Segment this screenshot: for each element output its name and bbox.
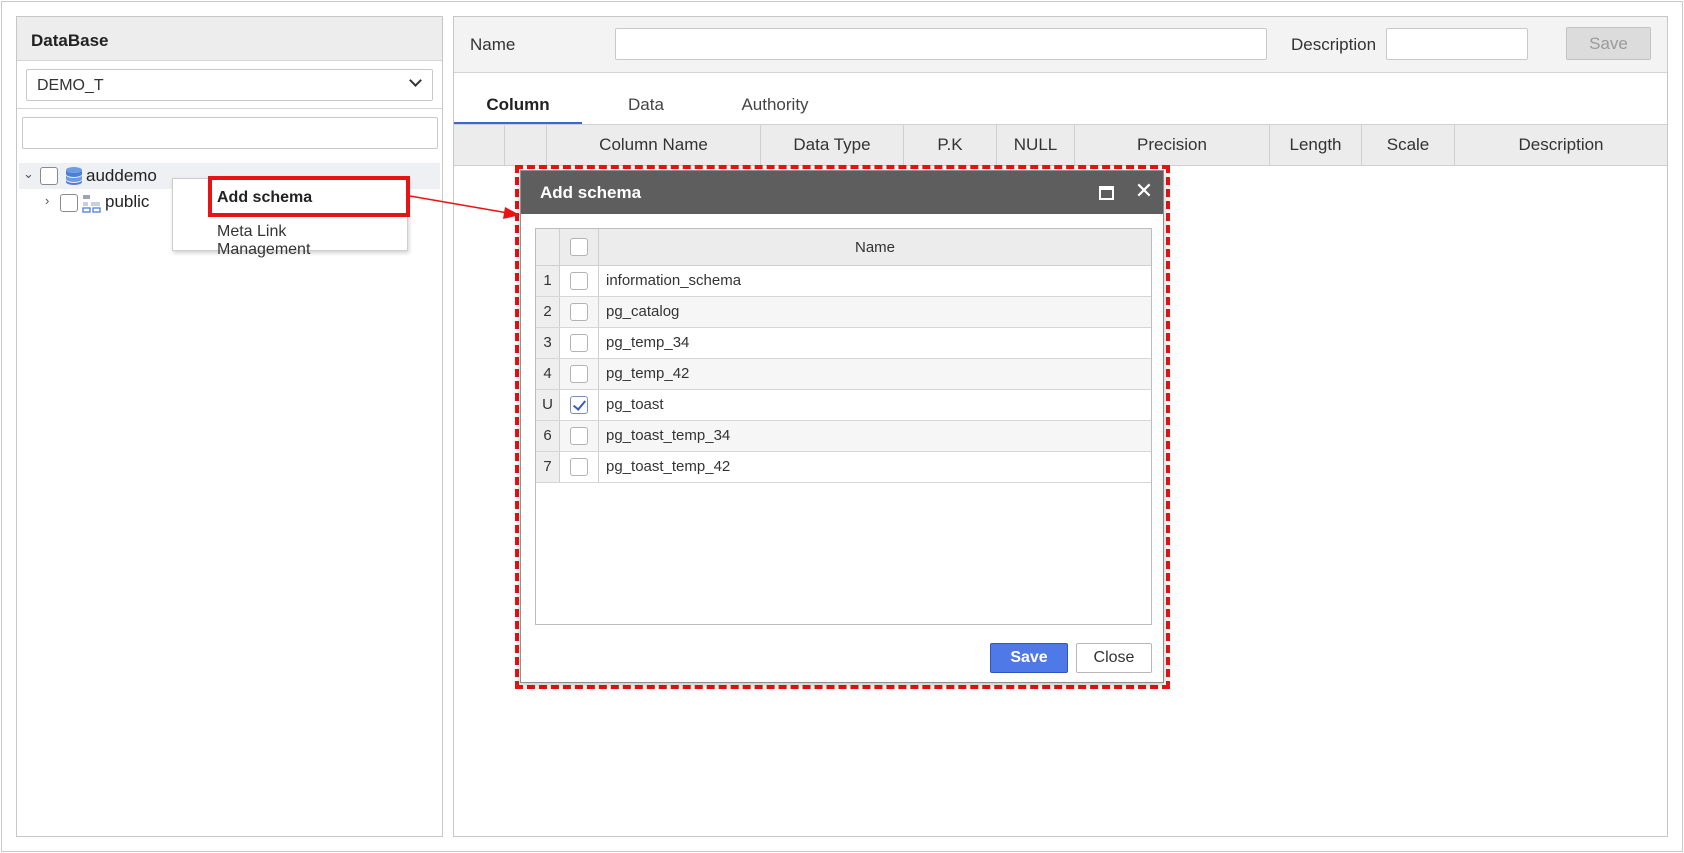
dialog-close-button[interactable]: Close: [1076, 643, 1152, 673]
grid-header-blank: [454, 125, 505, 165]
chevron-down-icon[interactable]: ⌄: [23, 166, 35, 181]
row-number: 4: [536, 359, 560, 389]
close-icon[interactable]: ✕: [1132, 178, 1156, 206]
name-column-header[interactable]: Name: [599, 229, 1151, 265]
row-checkbox[interactable]: [570, 427, 588, 445]
schema-name: pg_temp_34: [606, 334, 690, 351]
menu-item-meta-link-management[interactable]: Meta Link Management: [173, 215, 409, 258]
row-checkbox-cell: [560, 452, 599, 482]
row-number: 3: [536, 328, 560, 358]
row-checkbox[interactable]: [570, 365, 588, 383]
grid-header-blank: [505, 125, 547, 165]
row-number-header: [536, 229, 560, 265]
table-row[interactable]: 2 pg_catalog: [536, 297, 1151, 328]
table-row[interactable]: 4 pg_temp_42: [536, 359, 1151, 390]
highlight-box: [208, 176, 410, 217]
grid-header-scale[interactable]: Scale: [1362, 125, 1455, 165]
row-checkbox-cell: [560, 390, 599, 420]
schema-name: information_schema: [606, 272, 742, 289]
grid-header-length[interactable]: Length: [1270, 125, 1362, 165]
schema-icon: [82, 195, 101, 213]
save-button[interactable]: Save: [1566, 27, 1651, 60]
tree-checkbox-public[interactable]: [60, 194, 78, 212]
row-checkbox-cell: [560, 359, 599, 389]
schema-name: pg_toast_temp_34: [606, 427, 731, 444]
database-panel: DataBase DEMO_T ⌄ auddemo › public: [16, 16, 443, 837]
schema-grid-header: Name: [536, 229, 1151, 266]
column-grid-header: Column Name Data Type P.K NULL Precision…: [454, 124, 1667, 166]
grid-header-description[interactable]: Description: [1455, 125, 1667, 165]
row-checkbox[interactable]: [570, 272, 588, 290]
tree-checkbox-auddemo[interactable]: [40, 167, 58, 185]
schema-name: pg_catalog: [606, 303, 680, 320]
name-input[interactable]: [615, 28, 1267, 60]
chevron-down-icon: [409, 74, 422, 87]
grid-header-pk[interactable]: P.K: [904, 125, 997, 165]
schema-grid: Name 1 information_schema 2 pg_catalog 3 pg_t…: [535, 228, 1152, 625]
dialog-title: Add schema: [540, 183, 642, 202]
chevron-right-icon[interactable]: ›: [45, 193, 57, 208]
table-row[interactable]: 6 pg_toast_temp_34: [536, 421, 1151, 452]
row-number: 6: [536, 421, 560, 451]
row-checkbox[interactable]: [570, 334, 588, 352]
row-checkbox-cell: [560, 421, 599, 451]
schema-name: pg_toast_temp_42: [606, 458, 731, 475]
row-checkbox[interactable]: [570, 396, 588, 414]
maximize-icon[interactable]: [1099, 186, 1114, 200]
grid-header-data-type[interactable]: Data Type: [761, 125, 904, 165]
tab-authority[interactable]: Authority: [710, 89, 840, 125]
description-input[interactable]: [1386, 28, 1528, 60]
select-all-checkbox[interactable]: [570, 238, 588, 256]
table-row[interactable]: 7 pg_toast_temp_42: [536, 452, 1151, 483]
tree-search-input[interactable]: [22, 117, 438, 149]
table-info-bar: Name Description Save: [454, 17, 1667, 73]
table-row[interactable]: 1 information_schema: [536, 266, 1151, 297]
tree-label-public: public: [105, 192, 150, 211]
schema-name: pg_toast: [606, 396, 664, 413]
database-select[interactable]: DEMO_T: [26, 69, 433, 101]
row-checkbox-cell: [560, 297, 599, 327]
row-checkbox[interactable]: [570, 303, 588, 321]
grid-header-precision[interactable]: Precision: [1075, 125, 1270, 165]
divider: [17, 108, 442, 109]
grid-header-null[interactable]: NULL: [997, 125, 1075, 165]
table-row[interactable]: 3 pg_temp_34: [536, 328, 1151, 359]
database-icon: [66, 167, 82, 185]
tab-data[interactable]: Data: [582, 89, 710, 125]
database-panel-title: DataBase: [17, 17, 442, 61]
row-number: 1: [536, 266, 560, 296]
row-number: 7: [536, 452, 560, 482]
tab-column[interactable]: Column: [454, 89, 582, 125]
dialog-title-bar[interactable]: Add schema: [521, 171, 1163, 214]
grid-header-column-name[interactable]: Column Name: [547, 125, 761, 165]
name-label: Name: [470, 35, 516, 54]
database-select-value: DEMO_T: [37, 77, 104, 94]
description-label: Description: [1291, 35, 1377, 54]
table-row[interactable]: Upg_toast: [536, 390, 1151, 421]
schema-name: pg_temp_42: [606, 365, 690, 382]
row-checkbox-cell: [560, 266, 599, 296]
select-all-cell: [560, 229, 599, 265]
row-number: U: [536, 390, 560, 420]
add-schema-dialog: Add schema ✕ Name 1 information_schema 2 pg…: [520, 170, 1164, 683]
row-checkbox-cell: [560, 328, 599, 358]
row-checkbox[interactable]: [570, 458, 588, 476]
dialog-save-button[interactable]: Save: [990, 643, 1068, 673]
row-number: 2: [536, 297, 560, 327]
tree-label-auddemo: auddemo: [86, 166, 157, 185]
